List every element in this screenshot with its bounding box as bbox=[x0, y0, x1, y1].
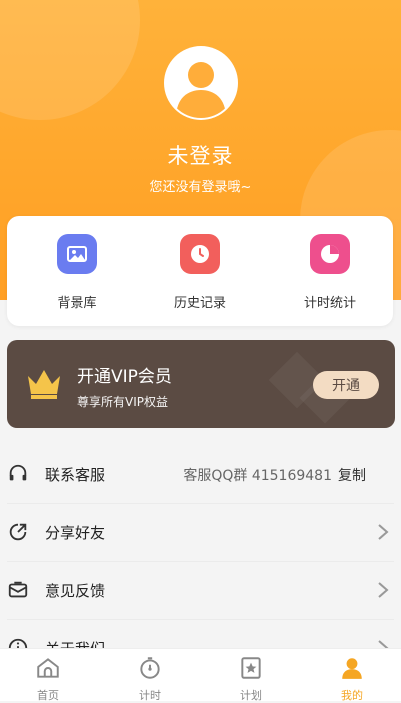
tab-plan[interactable]: 计划 bbox=[221, 655, 281, 703]
menu-item-label: 意见反馈 bbox=[45, 582, 106, 600]
vip-title: 开通VIP会员 bbox=[77, 367, 172, 387]
chevron-right-icon bbox=[378, 582, 389, 598]
avatar[interactable] bbox=[164, 46, 238, 120]
tab-label: 首页 bbox=[37, 689, 59, 702]
decor-circle bbox=[0, 0, 140, 120]
copy-button[interactable]: 复制 bbox=[338, 465, 366, 485]
tab-mine[interactable]: 我的 bbox=[322, 655, 382, 703]
vip-subtitle: 尊享所有VIP权益 bbox=[77, 395, 168, 409]
vip-open-button[interactable]: 开通 bbox=[313, 371, 379, 399]
tab-timer[interactable]: 计时 bbox=[120, 655, 180, 703]
menu-item-contact-support[interactable]: 联系客服 客服QQ群 415169481 复制 bbox=[7, 446, 394, 504]
menu-item-feedback[interactable]: 意见反馈 bbox=[7, 562, 394, 620]
quick-action-history[interactable]: 历史记录 bbox=[150, 234, 250, 324]
plan-icon bbox=[241, 657, 261, 679]
user-icon bbox=[176, 62, 226, 118]
tab-label: 我的 bbox=[341, 689, 363, 702]
quick-actions-card: 背景库 历史记录 计时统计 bbox=[7, 216, 393, 326]
tab-home[interactable]: 首页 bbox=[18, 655, 78, 703]
crown-icon bbox=[28, 370, 60, 399]
quick-action-label: 历史记录 bbox=[173, 296, 226, 311]
menu-item-label: 分享好友 bbox=[45, 524, 106, 542]
stopwatch-icon bbox=[140, 657, 160, 679]
share-icon bbox=[9, 523, 27, 541]
menu-item-share-friends[interactable]: 分享好友 bbox=[7, 504, 394, 562]
support-qq-group: 客服QQ群 415169481 bbox=[183, 468, 332, 484]
login-hint: 您还没有登录哦~ bbox=[149, 180, 252, 195]
quick-action-label: 背景库 bbox=[57, 296, 97, 311]
vip-banner[interactable]: 开通VIP会员 尊享所有VIP权益 开通 bbox=[7, 340, 395, 428]
profile-icon bbox=[342, 658, 362, 679]
quick-action-stats[interactable]: 计时统计 bbox=[280, 234, 380, 324]
clock-icon bbox=[180, 234, 220, 274]
chevron-right-icon bbox=[378, 524, 389, 540]
image-icon bbox=[57, 234, 97, 274]
username[interactable]: 未登录 bbox=[0, 140, 401, 170]
pie-chart-icon bbox=[310, 234, 350, 274]
menu-item-label: 联系客服 bbox=[45, 466, 106, 484]
tab-label: 计时 bbox=[139, 689, 161, 702]
headset-icon bbox=[9, 464, 27, 481]
quick-action-background-library[interactable]: 背景库 bbox=[27, 234, 127, 324]
quick-action-label: 计时统计 bbox=[303, 296, 356, 311]
feedback-icon bbox=[8, 581, 28, 598]
home-icon bbox=[37, 658, 59, 678]
bottom-tab-bar: 首页 计时 计划 我的 bbox=[0, 648, 401, 703]
tab-label: 计划 bbox=[240, 689, 262, 702]
settings-list: 联系客服 客服QQ群 415169481 复制 分享好友 意见反馈 关于我们 bbox=[0, 446, 401, 678]
